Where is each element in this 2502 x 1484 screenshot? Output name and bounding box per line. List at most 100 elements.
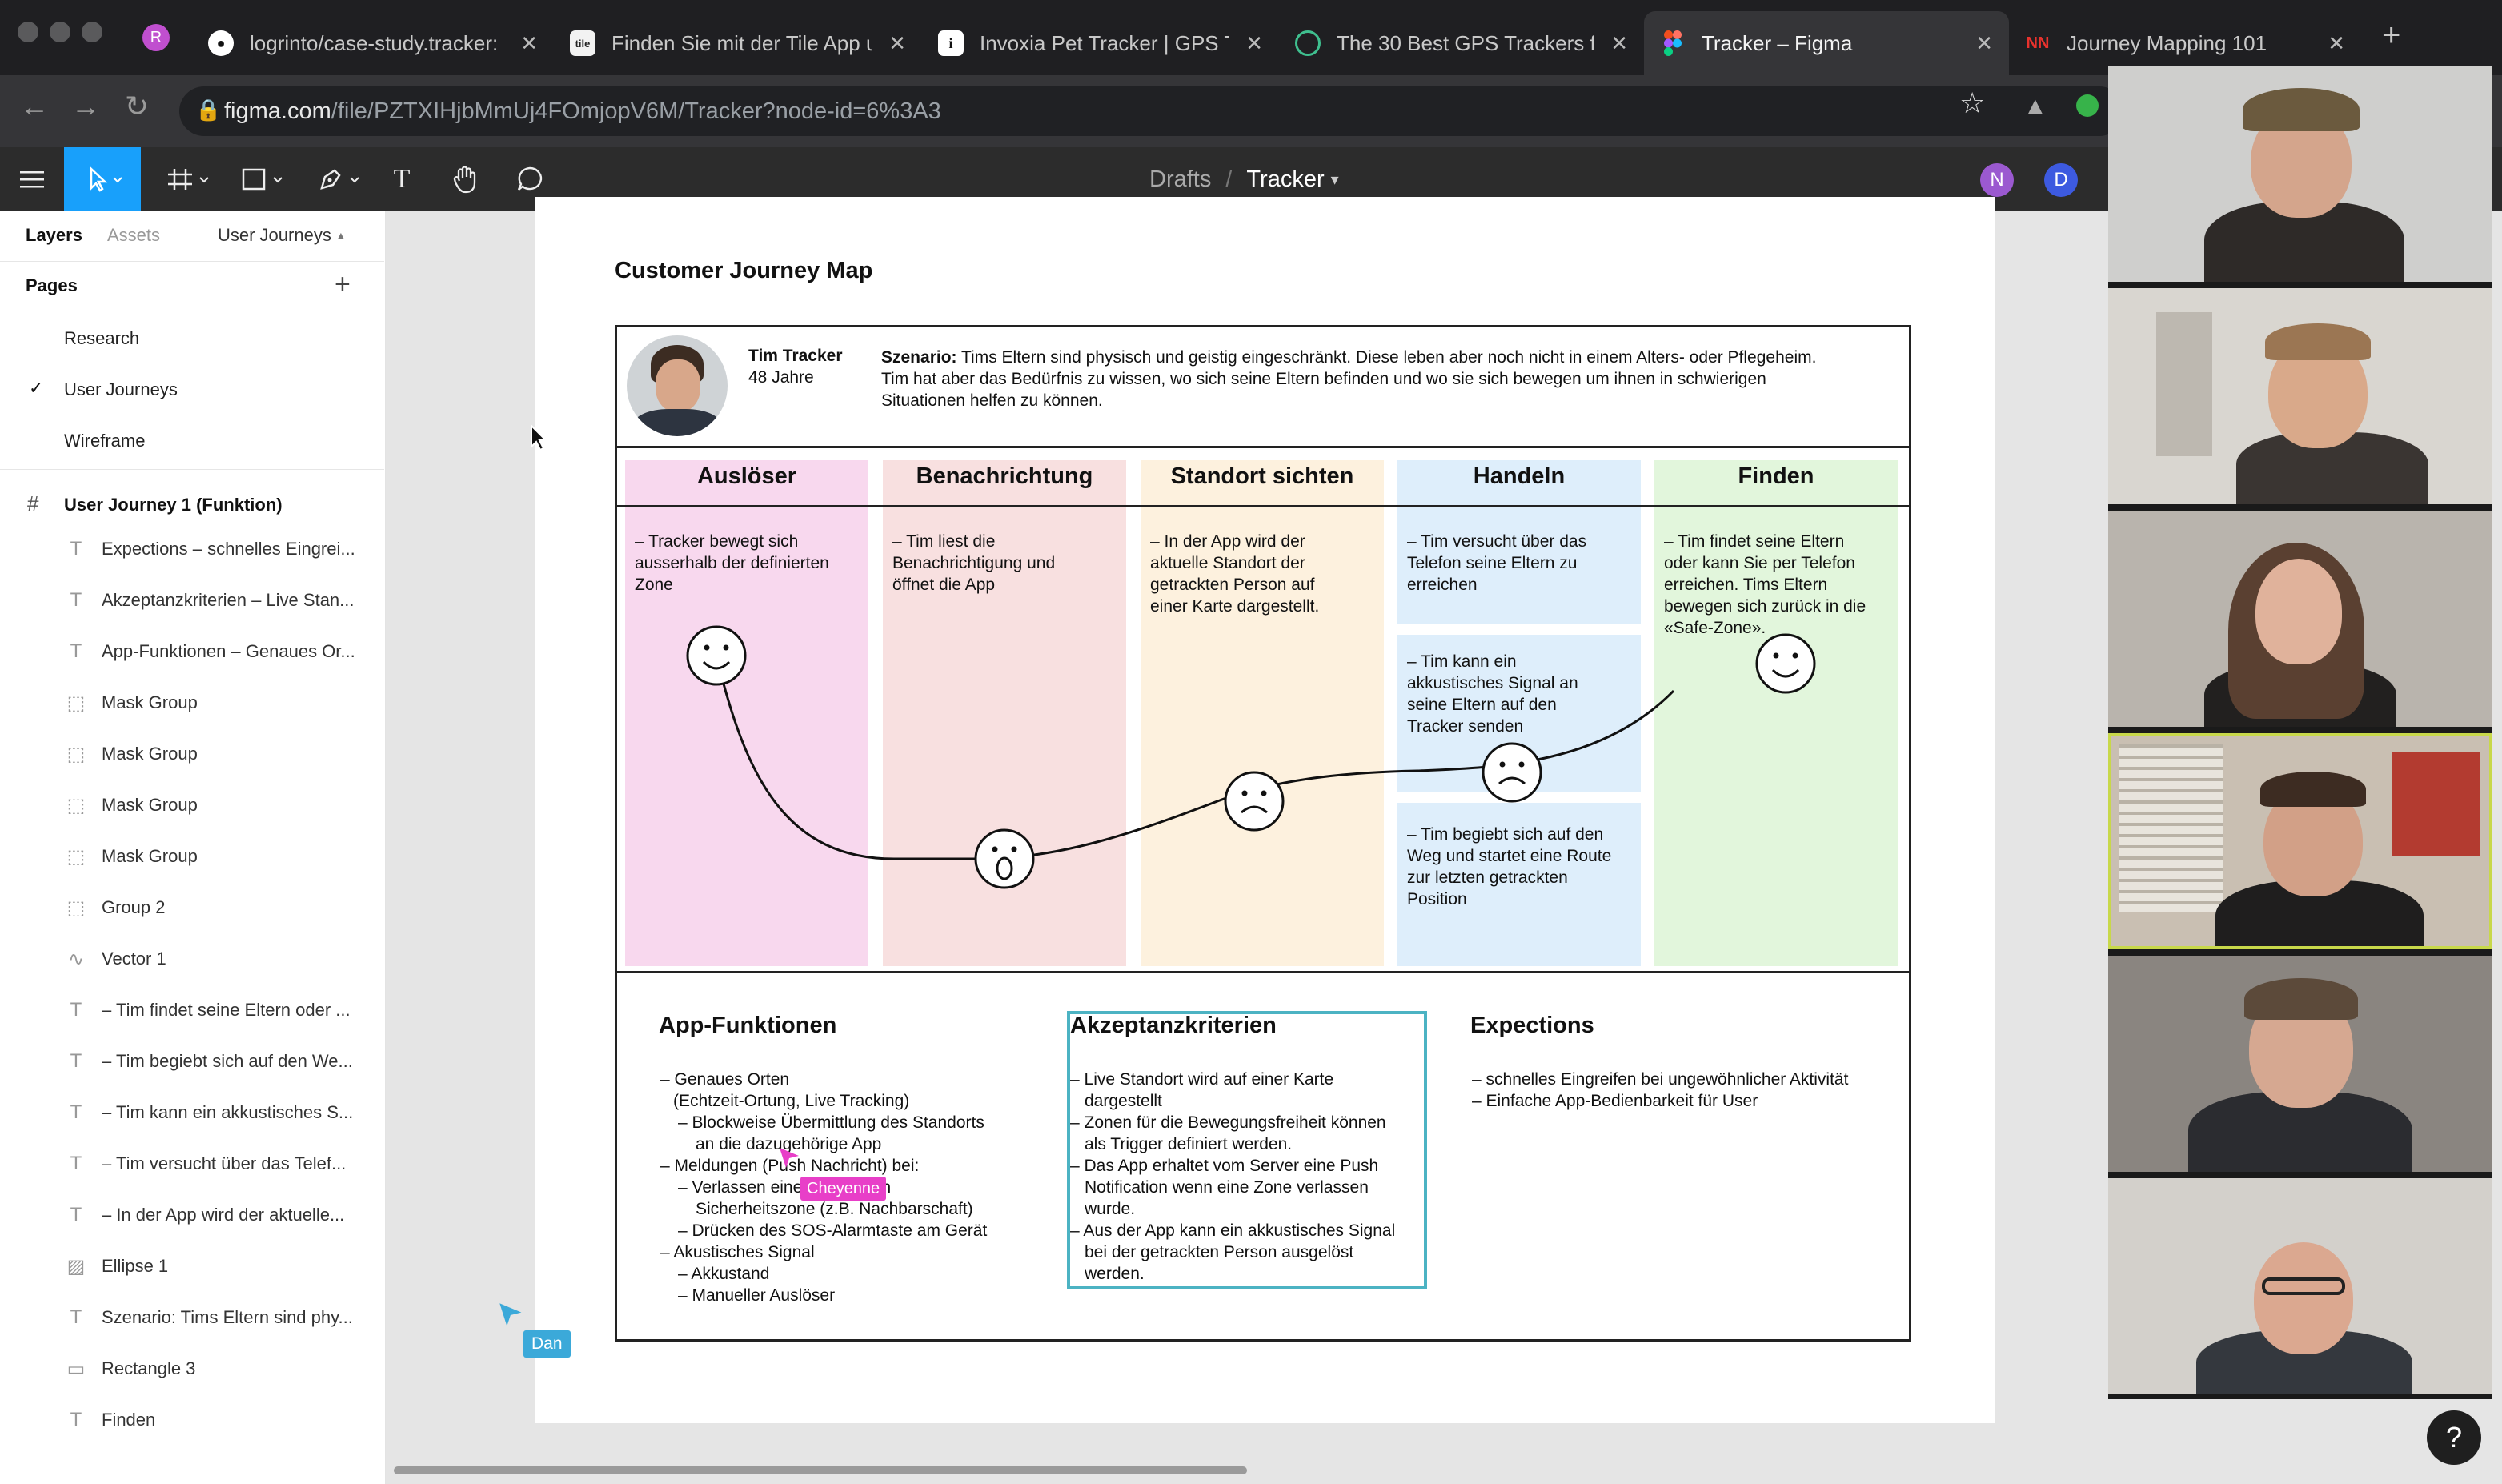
pen-tool-button[interactable] [307,147,371,211]
text-line: – Blockweise Übermittlung des Standorts [678,1113,984,1132]
journey-title: Customer Journey Map [615,258,873,283]
text-line: – schnelles Eingreifen bei ungewöhnliche… [1472,1070,1849,1089]
chevron-down-icon[interactable]: ▾ [1331,170,1339,190]
layer-row[interactable]: T App-Funktionen – Genaues Or... [0,626,384,677]
lock-icon: 🔒 [195,98,222,122]
text-line: – Akkustand [678,1265,770,1283]
tab-close-icon[interactable]: ✕ [1975,31,1993,56]
text-line: – Aus der App kann ein akkustisches Sign… [1070,1221,1396,1240]
chevron-up-icon: ▴ [337,229,344,243]
text-line: werden. [1085,1265,1145,1283]
move-tool-button[interactable] [64,147,141,211]
participant-video-5[interactable] [2108,956,2492,1172]
layer-row[interactable]: T – Tim versucht über das Telef... [0,1138,384,1189]
text-line: bei der getrackten Person ausgelöst [1085,1243,1354,1261]
page-item-research[interactable]: Research [64,328,139,349]
forward-icon[interactable]: → [66,90,106,123]
url-path: /file/PZTXIHjbMmUj4FOmjopV6M/Tracker?nod… [331,98,941,124]
cheyenne-cursor-icon [780,1148,799,1168]
tab-github[interactable]: ● logrinto/case-study.tracker: ✕ [192,11,554,75]
tab-close-icon[interactable]: ✕ [520,31,538,56]
frame-tool-button[interactable] [157,147,221,211]
layer-row[interactable]: T Finden [0,1394,384,1446]
cheyenne-cursor-label: Cheyenne [800,1177,887,1201]
file-name[interactable]: Tracker [1246,166,1324,193]
shape-tool-button[interactable] [231,147,295,211]
wall-poster [2392,752,2480,856]
text-line: Notification wenn eine Zone verlassen [1085,1178,1369,1197]
akzeptanz-title: Akzeptanzkriterien [1070,1013,1277,1038]
url-bar[interactable]: 🔒 figma.com/file/PZTXIHjbMmUj4FOmjopV6M/… [179,86,2124,136]
participant-video-6[interactable] [2108,1178,2492,1394]
add-page-icon[interactable]: + [335,269,351,300]
participant-video-1[interactable] [2108,66,2492,282]
new-tab-icon[interactable]: + [2382,18,2400,54]
text-line: – Zonen für die Bewegungsfreiheit können [1070,1113,1386,1132]
layer-row[interactable]: T Szenario: Tims Eltern sind phy... [0,1292,384,1343]
video-call-panel [2108,66,2492,1399]
layer-row[interactable]: ⬚ Group 2 [0,882,384,933]
nn-icon: NN [2026,34,2050,52]
breadcrumb-drafts[interactable]: Drafts [1149,166,1211,193]
layer-row[interactable]: ⬚ Mask Group [0,677,384,728]
happy-face-icon [1755,633,1816,694]
tab-close-icon[interactable]: ✕ [888,31,906,56]
evernote-extension-icon[interactable] [2076,94,2099,117]
layer-frame-user-journey-1[interactable]: User Journey 1 (Funktion) [64,495,283,515]
layer-row[interactable]: ▨ Ellipse 1 [0,1241,384,1292]
tab-figma[interactable]: Tracker – Figma ✕ [1644,11,2009,75]
tab-close-icon[interactable]: ✕ [2328,31,2345,56]
window-close-dot[interactable] [18,22,38,42]
text-icon: T [70,1306,82,1328]
window-zoom-dot[interactable] [82,22,102,42]
main-menu-icon[interactable] [14,147,50,211]
layer-row[interactable]: T – Tim begiebt sich auf den We... [0,1036,384,1087]
hand-tool-icon[interactable] [448,147,483,211]
avatar[interactable]: N [1980,163,2014,197]
horizontal-scrollbar[interactable] [394,1466,1247,1474]
tab-title: Journey Mapping 101 [2067,30,2267,55]
text-tool-icon[interactable]: T [384,147,419,211]
page-selector[interactable]: User Journeys ▴ [218,211,344,259]
participant-video-3[interactable] [2108,511,2492,727]
layer-row[interactable]: T Expections – schnelles Eingrei... [0,523,384,575]
text-line: an die dazugehörige App [696,1135,882,1153]
tab-layers[interactable]: Layers [26,211,82,259]
tab-title: Invoxia Pet Tracker | GPS Tra [980,30,1230,55]
tab-close-icon[interactable]: ✕ [1245,31,1263,56]
text-line: – Das App erhaltet vom Server eine Push [1070,1157,1379,1175]
app-funktionen-title: App-Funktionen [659,1013,837,1038]
bookmark-star-icon[interactable]: ☆ [1959,86,1985,120]
participant-hair [2260,772,2366,807]
participant-video-2[interactable] [2108,288,2492,504]
checkmark-icon: ✓ [29,378,44,398]
window-minimize-dot[interactable] [50,22,70,42]
browser-profile-avatar[interactable]: R [142,24,170,51]
page-item-user-journeys[interactable]: User Journeys [64,379,178,400]
participant-video-4-active-speaker[interactable] [2108,733,2492,949]
tab-close-icon[interactable]: ✕ [1610,31,1628,56]
layer-row[interactable]: T – Tim findet seine Eltern oder ... [0,985,384,1036]
tab-tile[interactable]: tile Finden Sie mit der Tile App u ✕ [554,11,922,75]
layer-row[interactable]: ⬚ Mask Group [0,780,384,831]
tab-assets[interactable]: Assets [107,211,160,259]
reload-icon[interactable]: ↻ [117,90,157,123]
layer-row[interactable]: ▭ Rectangle 3 [0,1343,384,1394]
layer-row[interactable]: T Akzeptanzkriterien – Live Stan... [0,575,384,626]
participant-cap [2243,88,2360,131]
chatgpt-icon [1295,30,1321,56]
layer-name: – Tim kann ein akkustisches S... [102,1102,354,1122]
drive-extension-icon[interactable]: ▲ [2023,93,2047,120]
layer-row[interactable]: ∿ Vector 1 [0,933,384,985]
divider [0,261,384,262]
layer-row[interactable]: ⬚ Mask Group [0,831,384,882]
tab-invoxia[interactable]: i Invoxia Pet Tracker | GPS Tra ✕ [922,11,1279,75]
layer-row[interactable]: T – In der App wird der aktuelle... [0,1189,384,1241]
layer-row[interactable]: T – Tim kann ein akkustisches S... [0,1087,384,1138]
tab-gps-trackers[interactable]: The 30 Best GPS Trackers fo ✕ [1279,11,1644,75]
help-button[interactable]: ? [2427,1410,2481,1465]
back-icon[interactable]: ← [14,90,54,123]
avatar[interactable]: D [2044,163,2078,197]
layer-row[interactable]: ⬚ Mask Group [0,728,384,780]
page-item-wireframe[interactable]: Wireframe [64,431,145,451]
